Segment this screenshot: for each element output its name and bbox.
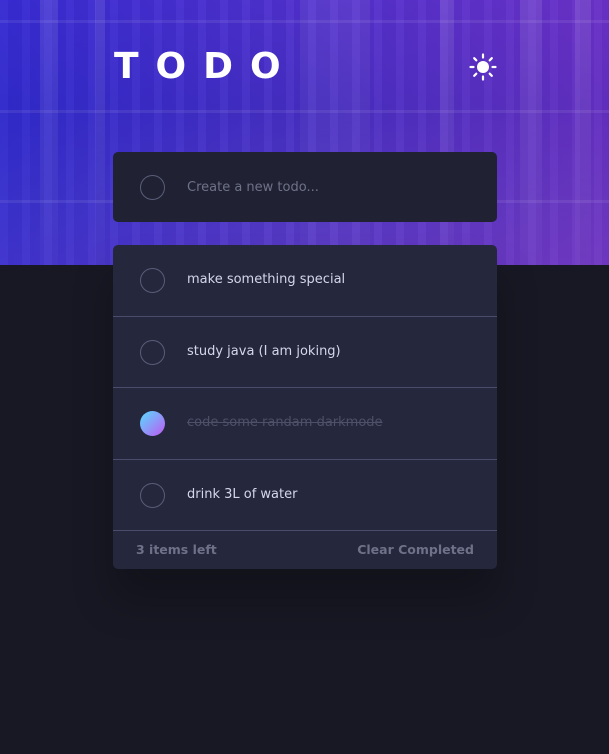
todo-checkbox[interactable] bbox=[140, 339, 165, 365]
todo-checkbox[interactable] bbox=[140, 482, 165, 508]
todo-item-completed: code some randam darkmode bbox=[113, 388, 497, 460]
todo-item: make something special bbox=[113, 245, 497, 317]
todo-checkbox-checked[interactable] bbox=[140, 411, 165, 436]
page-title: TODO bbox=[114, 46, 298, 87]
todo-item: study java (I am joking) bbox=[113, 317, 497, 388]
new-todo-checkbox[interactable] bbox=[140, 175, 165, 200]
hero-decoration bbox=[520, 0, 542, 265]
hero-decoration bbox=[0, 110, 609, 113]
hero-decoration bbox=[40, 0, 58, 265]
items-left-count: 3 items left bbox=[136, 542, 217, 557]
todo-label[interactable]: study java (I am joking) bbox=[187, 344, 341, 359]
hero-decoration bbox=[0, 20, 609, 23]
hero-decoration bbox=[300, 0, 370, 265]
sun-icon bbox=[469, 53, 497, 81]
hero-decoration bbox=[440, 0, 454, 265]
new-todo-input[interactable] bbox=[187, 176, 477, 198]
clear-completed-button[interactable]: Clear Completed bbox=[357, 542, 474, 557]
todo-list: make something special study java (I am … bbox=[113, 245, 497, 569]
new-todo-form bbox=[113, 152, 497, 222]
hero-background bbox=[0, 0, 609, 265]
todo-footer: 3 items left Clear Completed bbox=[113, 531, 497, 568]
hero-decoration bbox=[575, 0, 591, 265]
todo-item: drink 3L of water bbox=[113, 460, 497, 531]
todo-label[interactable]: drink 3L of water bbox=[187, 487, 297, 502]
todo-label[interactable]: make something special bbox=[187, 272, 345, 287]
theme-toggle-button[interactable] bbox=[468, 52, 498, 82]
todo-label[interactable]: code some randam darkmode bbox=[187, 415, 383, 430]
todo-checkbox[interactable] bbox=[140, 268, 165, 293]
hero-decoration bbox=[95, 0, 105, 265]
